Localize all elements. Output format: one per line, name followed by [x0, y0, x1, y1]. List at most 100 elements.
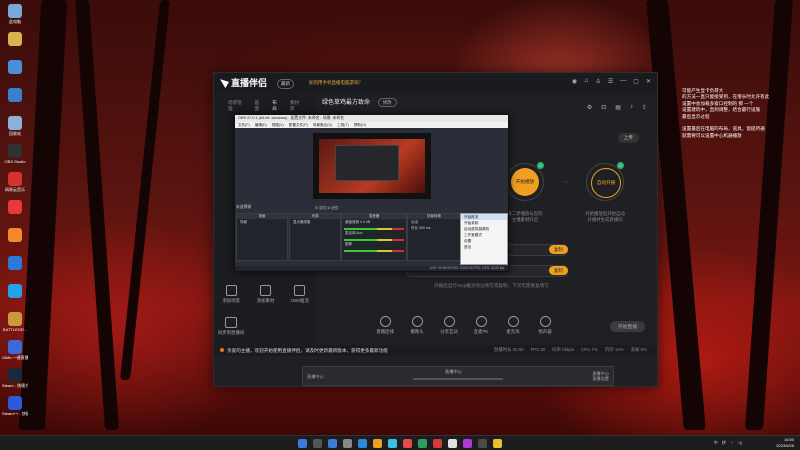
maximize-icon[interactable]: ▢	[633, 78, 639, 85]
avatar[interactable]: ◉	[572, 78, 577, 85]
desktop-icon[interactable]	[2, 86, 28, 116]
minimize-icon[interactable]: —	[620, 78, 626, 85]
notice-text: 亲爱的主播，欢迎开始使用直播伴侣，请及时更新最新版本，获得更多最新功能	[227, 348, 388, 353]
edit-room-button[interactable]: 修改	[377, 98, 397, 107]
sidebar-action-button[interactable]: 添加素材	[254, 285, 276, 304]
sidebar-action-button[interactable]: 添加场景	[220, 285, 242, 304]
taskbar-app-icon[interactable]	[493, 438, 502, 448]
notification-icon[interactable]: ♪	[630, 104, 633, 111]
sidebar-tab[interactable]: 场景管理	[228, 100, 245, 112]
taskbar-app-icon[interactable]	[448, 438, 457, 448]
app-icon	[8, 116, 22, 130]
taskbar-app-icon[interactable]	[388, 438, 397, 448]
wifi-icon[interactable]: ⌔	[730, 440, 734, 446]
obs-preview[interactable]	[313, 133, 431, 199]
sidebar-action-button[interactable]: OBS推流	[289, 285, 311, 304]
obs-dock-item[interactable]: 桌面音频 0.0 dB	[342, 219, 406, 225]
obs-dock-item[interactable]: 时长 300 ms	[408, 225, 460, 231]
bell-icon[interactable]: ♫	[584, 78, 589, 85]
share-icon[interactable]: ⇪	[642, 104, 647, 111]
taskbar-app-icon[interactable]	[418, 438, 427, 448]
desktop-icon[interactable]	[2, 198, 28, 228]
version-badge[interactable]: 最新	[277, 79, 294, 89]
shirt-icon[interactable]: ♙	[596, 78, 601, 85]
desktop-icon[interactable]	[2, 282, 28, 312]
taskbar-app-icon[interactable]	[373, 438, 382, 448]
upload-button[interactable]: 上传	[617, 133, 639, 143]
app-titlebar: 直播伴侣 最新 如何用手机直播电脑游戏？ ◉ ♫ ♙ ☰ — ▢ ✕	[214, 73, 657, 93]
taskbar-app-icon[interactable]	[478, 438, 487, 448]
context-menu-item[interactable]: 退出	[461, 244, 507, 250]
sidebar-action-label: OBS推流	[290, 298, 309, 303]
toolbar-button[interactable]: 麦克风	[502, 316, 524, 335]
desktop-icon[interactable]	[2, 226, 28, 256]
toolbar-button[interactable]: 扬声器	[534, 316, 556, 335]
room-title: 绿色草鸡最方致命	[322, 100, 371, 106]
step-auto-caption: 开始播放后开始自动 开播并生成直播间	[572, 211, 638, 223]
dock-right-button[interactable]: 直播设置	[592, 376, 609, 381]
desktop-icon[interactable]	[2, 254, 28, 284]
sidebar-tab[interactable]: 素材库	[290, 100, 303, 112]
settings-icon[interactable]: ⚙	[587, 104, 592, 111]
taskbar-app-icon[interactable]	[433, 438, 442, 448]
toolbar-button[interactable]: 摄像头	[406, 316, 428, 335]
desktop-icon[interactable]: Steam - 快捷方式	[2, 366, 28, 396]
obs-menubar[interactable]: 文件(F) 编辑(E) 视图(V) 配置文件(P) 场景集合(S) 工具(T) …	[235, 122, 508, 128]
taskbar-app-icon[interactable]	[343, 438, 352, 448]
search-icon[interactable]	[313, 438, 322, 448]
desktop-icon[interactable]: BATTLEGR...	[2, 310, 28, 340]
desktop-icon-label: 此电脑	[9, 19, 21, 24]
taskbar-app-icon[interactable]	[403, 438, 412, 448]
desktop-icon[interactable]: OBS Studio	[2, 142, 28, 172]
desktop-icon[interactable]	[2, 30, 28, 60]
desktop-icon[interactable]: 此电脑	[2, 2, 28, 32]
layout-icon[interactable]: ▤	[615, 104, 621, 111]
app-icon	[8, 144, 22, 158]
tree-trunk	[744, 0, 794, 430]
taskbar-apps	[328, 438, 502, 448]
sync-room-button[interactable]: 同步到直播间	[217, 317, 245, 336]
toolbar-button[interactable]: 连麦PK	[470, 316, 492, 335]
tool-label: 摄像头	[410, 329, 424, 334]
input-mode-icon[interactable]: 拼	[722, 440, 726, 446]
taskbar-app-icon[interactable]	[358, 438, 367, 448]
app-icon	[8, 284, 22, 298]
promo-link[interactable]: 如何用手机直播电脑游戏？	[309, 80, 363, 86]
desktop-icon[interactable]: 回收站	[2, 114, 28, 144]
step-start-play[interactable]: 开始播放 ✓	[506, 162, 544, 201]
toolbar-button[interactable]: 分享互动	[438, 316, 460, 335]
obs-dock: 来源 显示器采集	[289, 213, 341, 261]
ime-icon[interactable]: 中	[714, 440, 718, 446]
start-icon[interactable]	[298, 438, 307, 448]
step-auto-live[interactable]: 自动开播 ✓	[586, 162, 624, 201]
clock[interactable]: 16:50 2023/6/26	[776, 437, 794, 449]
note-line: 就需要可以设置中心机器播放	[682, 132, 742, 138]
menu-icon[interactable]: ☰	[608, 78, 613, 85]
app-icon	[8, 368, 22, 382]
obs-source-toolbar[interactable]: ⚙ 属性 ⧉ 滤镜	[315, 206, 338, 211]
sidebar-tab[interactable]: 布局	[272, 100, 281, 112]
dock-left-button[interactable]: 直播中心	[307, 374, 324, 380]
obs-dock-item[interactable]: 场景	[237, 219, 287, 225]
close-icon[interactable]: ✕	[646, 78, 651, 85]
sidebar-tab[interactable]: 画面	[254, 100, 263, 112]
clock-date: 2023/6/26	[776, 443, 794, 448]
desktop-icon[interactable]: 网易云音乐	[2, 170, 28, 200]
desktop-icon[interactable]: Steam++ - 快捷方式	[2, 394, 28, 424]
app-icon	[8, 200, 22, 214]
obs-dock-item[interactable]: 麦克风/Aux	[342, 230, 406, 236]
desktop-icon[interactable]	[2, 58, 28, 88]
obs-source-label: 未选择源	[236, 205, 252, 209]
desktop-icon[interactable]: GiMe 一键直播	[2, 338, 28, 368]
copy-key-button[interactable]: 复制	[549, 266, 568, 275]
taskbar-app-icon[interactable]	[463, 438, 472, 448]
obs-dock-item[interactable]: 图像	[342, 241, 406, 247]
taskbar-app-icon[interactable]	[328, 438, 337, 448]
volume-icon[interactable]: ◁)	[738, 440, 742, 446]
obs-dock-item[interactable]: 显示器采集	[290, 219, 340, 225]
lock-icon[interactable]: ⊡	[601, 104, 606, 111]
desktop-icon-label: Steam++ - 快捷方式	[2, 411, 28, 416]
start-live-button[interactable]: 开始直播	[609, 321, 645, 332]
toolbar-button[interactable]: 直播连线	[374, 316, 396, 335]
copy-server-button[interactable]: 复制	[549, 245, 568, 254]
